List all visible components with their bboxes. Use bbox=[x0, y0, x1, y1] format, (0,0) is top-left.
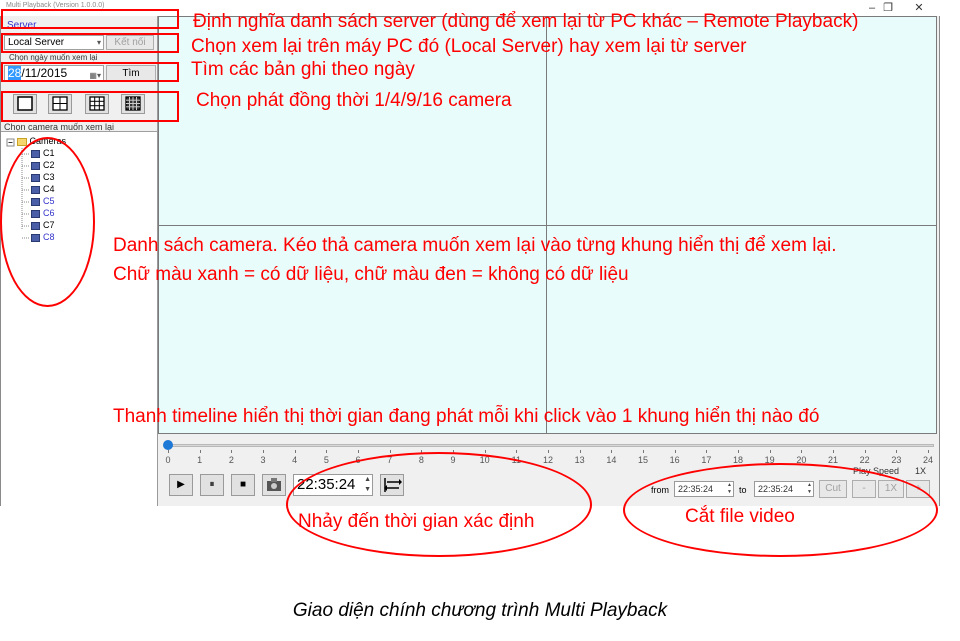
stop-icon: ■ bbox=[239, 479, 247, 490]
annotation-camera-list-1: Danh sách camera. Kéo thả camera muốn xe… bbox=[113, 235, 837, 256]
annotation-box-server bbox=[1, 9, 179, 29]
timeline-tick-mark bbox=[833, 450, 834, 453]
timeline-tick-mark bbox=[579, 450, 581, 453]
timeline-tick-mark bbox=[706, 450, 708, 453]
timeline-tick-mark bbox=[643, 450, 644, 453]
timeline-tick-mark bbox=[864, 450, 866, 453]
timeline-tick-mark bbox=[326, 450, 328, 453]
timeline-tick: 15 bbox=[637, 455, 648, 465]
timeline-tick: 21 bbox=[827, 455, 838, 465]
timeline-tick-mark bbox=[516, 450, 518, 453]
annotation-ellipse-jump bbox=[286, 452, 592, 557]
annotation-box-local bbox=[1, 33, 179, 53]
timeline-tick: 2 bbox=[228, 455, 234, 465]
timeline-tick-mark bbox=[896, 450, 898, 453]
annotation-box-search bbox=[1, 62, 179, 82]
timeline-tick: 22 bbox=[859, 455, 870, 465]
pause-icon: ⏸ bbox=[209, 479, 215, 490]
date-label: Chọn ngày muốn xem lại bbox=[9, 53, 98, 62]
timeline-tick-mark bbox=[199, 450, 201, 453]
timeline-tick-mark bbox=[738, 450, 739, 453]
timeline-tick: 23 bbox=[891, 455, 902, 465]
play-icon: ▶ bbox=[177, 479, 185, 490]
window-title: Multi Playback (Version 1.0.0.0) bbox=[6, 2, 105, 9]
camera-icon bbox=[267, 478, 281, 491]
timeline-tick: 0 bbox=[165, 455, 171, 465]
timeline-tick: 4 bbox=[292, 455, 298, 465]
timeline-tick: 16 bbox=[669, 455, 680, 465]
timeline-tick: 24 bbox=[922, 455, 933, 465]
timeline-tick: 12 bbox=[542, 455, 553, 465]
timeline-tick: 13 bbox=[574, 455, 585, 465]
annotation-jump: Nhảy đến thời gian xác định bbox=[298, 511, 535, 532]
timeline-track[interactable] bbox=[166, 444, 934, 447]
annotation-timeline: Thanh timeline hiển thị thời gian đang p… bbox=[113, 406, 820, 427]
annotation-ellipse-cameras bbox=[0, 137, 95, 307]
timeline-tick-mark bbox=[484, 450, 486, 453]
play-button[interactable]: ▶ bbox=[169, 474, 193, 496]
play-speed-value: 1X bbox=[915, 466, 927, 476]
stop-button[interactable]: ■ bbox=[231, 474, 255, 496]
pause-button[interactable]: ⏸ bbox=[200, 474, 224, 496]
timeline-tick-mark bbox=[928, 450, 929, 453]
annotation-search: Tìm các bản ghi theo ngày bbox=[191, 59, 415, 80]
timeline-tick-mark bbox=[168, 450, 169, 453]
restore-button[interactable]: ❐ bbox=[878, 0, 898, 16]
annotation-cut: Cắt file video bbox=[685, 506, 795, 527]
close-button[interactable]: ✕ bbox=[909, 0, 929, 16]
folder-icon bbox=[17, 137, 27, 146]
annotation-camera-list-2: Chữ màu xanh = có dữ liệu, chữ màu đen =… bbox=[113, 264, 629, 285]
timeline-tick-mark bbox=[769, 450, 771, 453]
annotation-local: Chọn xem lại trên máy PC đó (Local Serve… bbox=[191, 36, 747, 57]
timeline-tick-mark bbox=[801, 450, 803, 453]
timeline-tick-mark bbox=[294, 450, 296, 453]
snapshot-button[interactable] bbox=[262, 474, 286, 496]
timeline-tick-mark bbox=[611, 450, 613, 453]
timeline-tick-mark bbox=[231, 450, 233, 453]
timeline-tick: 1 bbox=[197, 455, 203, 465]
figure-caption: Giao diện chính chương trình Multi Playb… bbox=[292, 600, 668, 621]
timeline-tick-mark bbox=[389, 450, 391, 453]
timeline-tick: 17 bbox=[701, 455, 712, 465]
timeline-tick-mark bbox=[548, 450, 549, 453]
timeline-tick: 3 bbox=[260, 455, 266, 465]
timeline-tick-mark bbox=[358, 450, 359, 453]
timeline-tick-mark bbox=[674, 450, 676, 453]
timeline-tick: 14 bbox=[606, 455, 617, 465]
timeline-tick-mark bbox=[263, 450, 264, 453]
annotation-server: Định nghĩa danh sách server (dùng để xem… bbox=[193, 11, 859, 32]
timeline-tick: 5 bbox=[323, 455, 329, 465]
annotation-layout: Chọn phát đồng thời 1/4/9/16 camera bbox=[196, 90, 512, 111]
timeline-thumb[interactable] bbox=[163, 440, 173, 450]
annotation-box-layout bbox=[1, 91, 179, 122]
